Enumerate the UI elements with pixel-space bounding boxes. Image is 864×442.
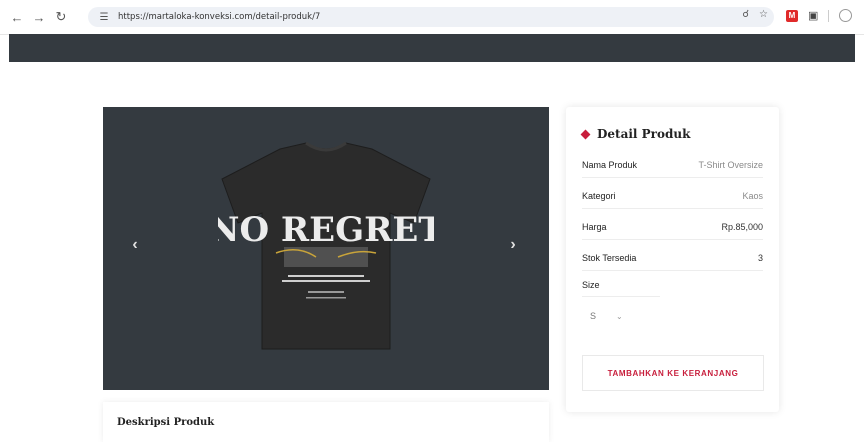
row-label: Stok Tersedia [582,253,637,263]
detail-row-price: Harga Rp.85,000 [582,215,763,240]
extensions-puzzle-icon[interactable]: ▣ [808,9,818,22]
size-selected-value: S [590,311,597,321]
row-value: 3 [757,253,763,263]
carousel-prev-button[interactable]: ‹ [125,235,145,255]
size-select[interactable]: S ⌄ [590,309,650,323]
toolbar-separator [828,9,830,22]
shirt-print-text: NO REGRET [218,210,434,250]
detail-row-category: Kategori Kaos [582,184,763,209]
profile-icon[interactable] [839,9,853,22]
site-navbar [9,34,855,62]
row-label: Kategori [582,191,616,201]
row-value: Rp.85,000 [721,222,763,232]
extension-icon[interactable]: M [786,9,798,22]
bookmark-star-icon[interactable]: ☆ [759,9,768,20]
detail-row-name: Nama Produk T-Shirt Oversize [582,153,763,178]
site-settings-icon[interactable]: ☰ [97,10,111,24]
carousel-next-button[interactable]: › [503,235,523,255]
description-title: Deskripsi Produk [117,417,215,428]
product-detail-card: Detail Produk Nama Produk T-Shirt Oversi… [566,107,779,412]
product-description-card: Deskripsi Produk [103,402,549,442]
add-to-cart-button[interactable]: TAMBAHKAN KE KERANJANG [582,355,764,391]
row-label: Nama Produk [582,160,638,170]
browser-toolbar: ← → ↻ ☰ https://martaloka-konveksi.com/d… [0,0,864,35]
size-label: Size [582,280,660,297]
detail-row-stock: Stok Tersedia 3 [582,246,763,271]
product-image-tshirt: NO REGRET [218,141,434,350]
product-image-carousel: ‹ › NO REGRET [103,107,549,390]
zoom-icon[interactable]: ☌ [742,9,749,20]
row-value: Kaos [742,191,763,201]
detail-header: Detail Produk [580,127,691,141]
chevron-down-icon: ⌄ [616,311,623,321]
address-bar[interactable]: ☰ https://martaloka-konveksi.com/detail-… [88,7,774,27]
row-value: T-Shirt Oversize [698,160,763,170]
forward-icon[interactable]: → [30,8,48,26]
back-icon[interactable]: ← [8,8,26,26]
reload-icon[interactable]: ↻ [52,8,70,26]
url-text: https://martaloka-konveksi.com/detail-pr… [118,12,321,22]
detail-title: Detail Produk [597,127,691,141]
row-label: Harga [582,222,607,232]
diamond-icon [580,129,591,139]
